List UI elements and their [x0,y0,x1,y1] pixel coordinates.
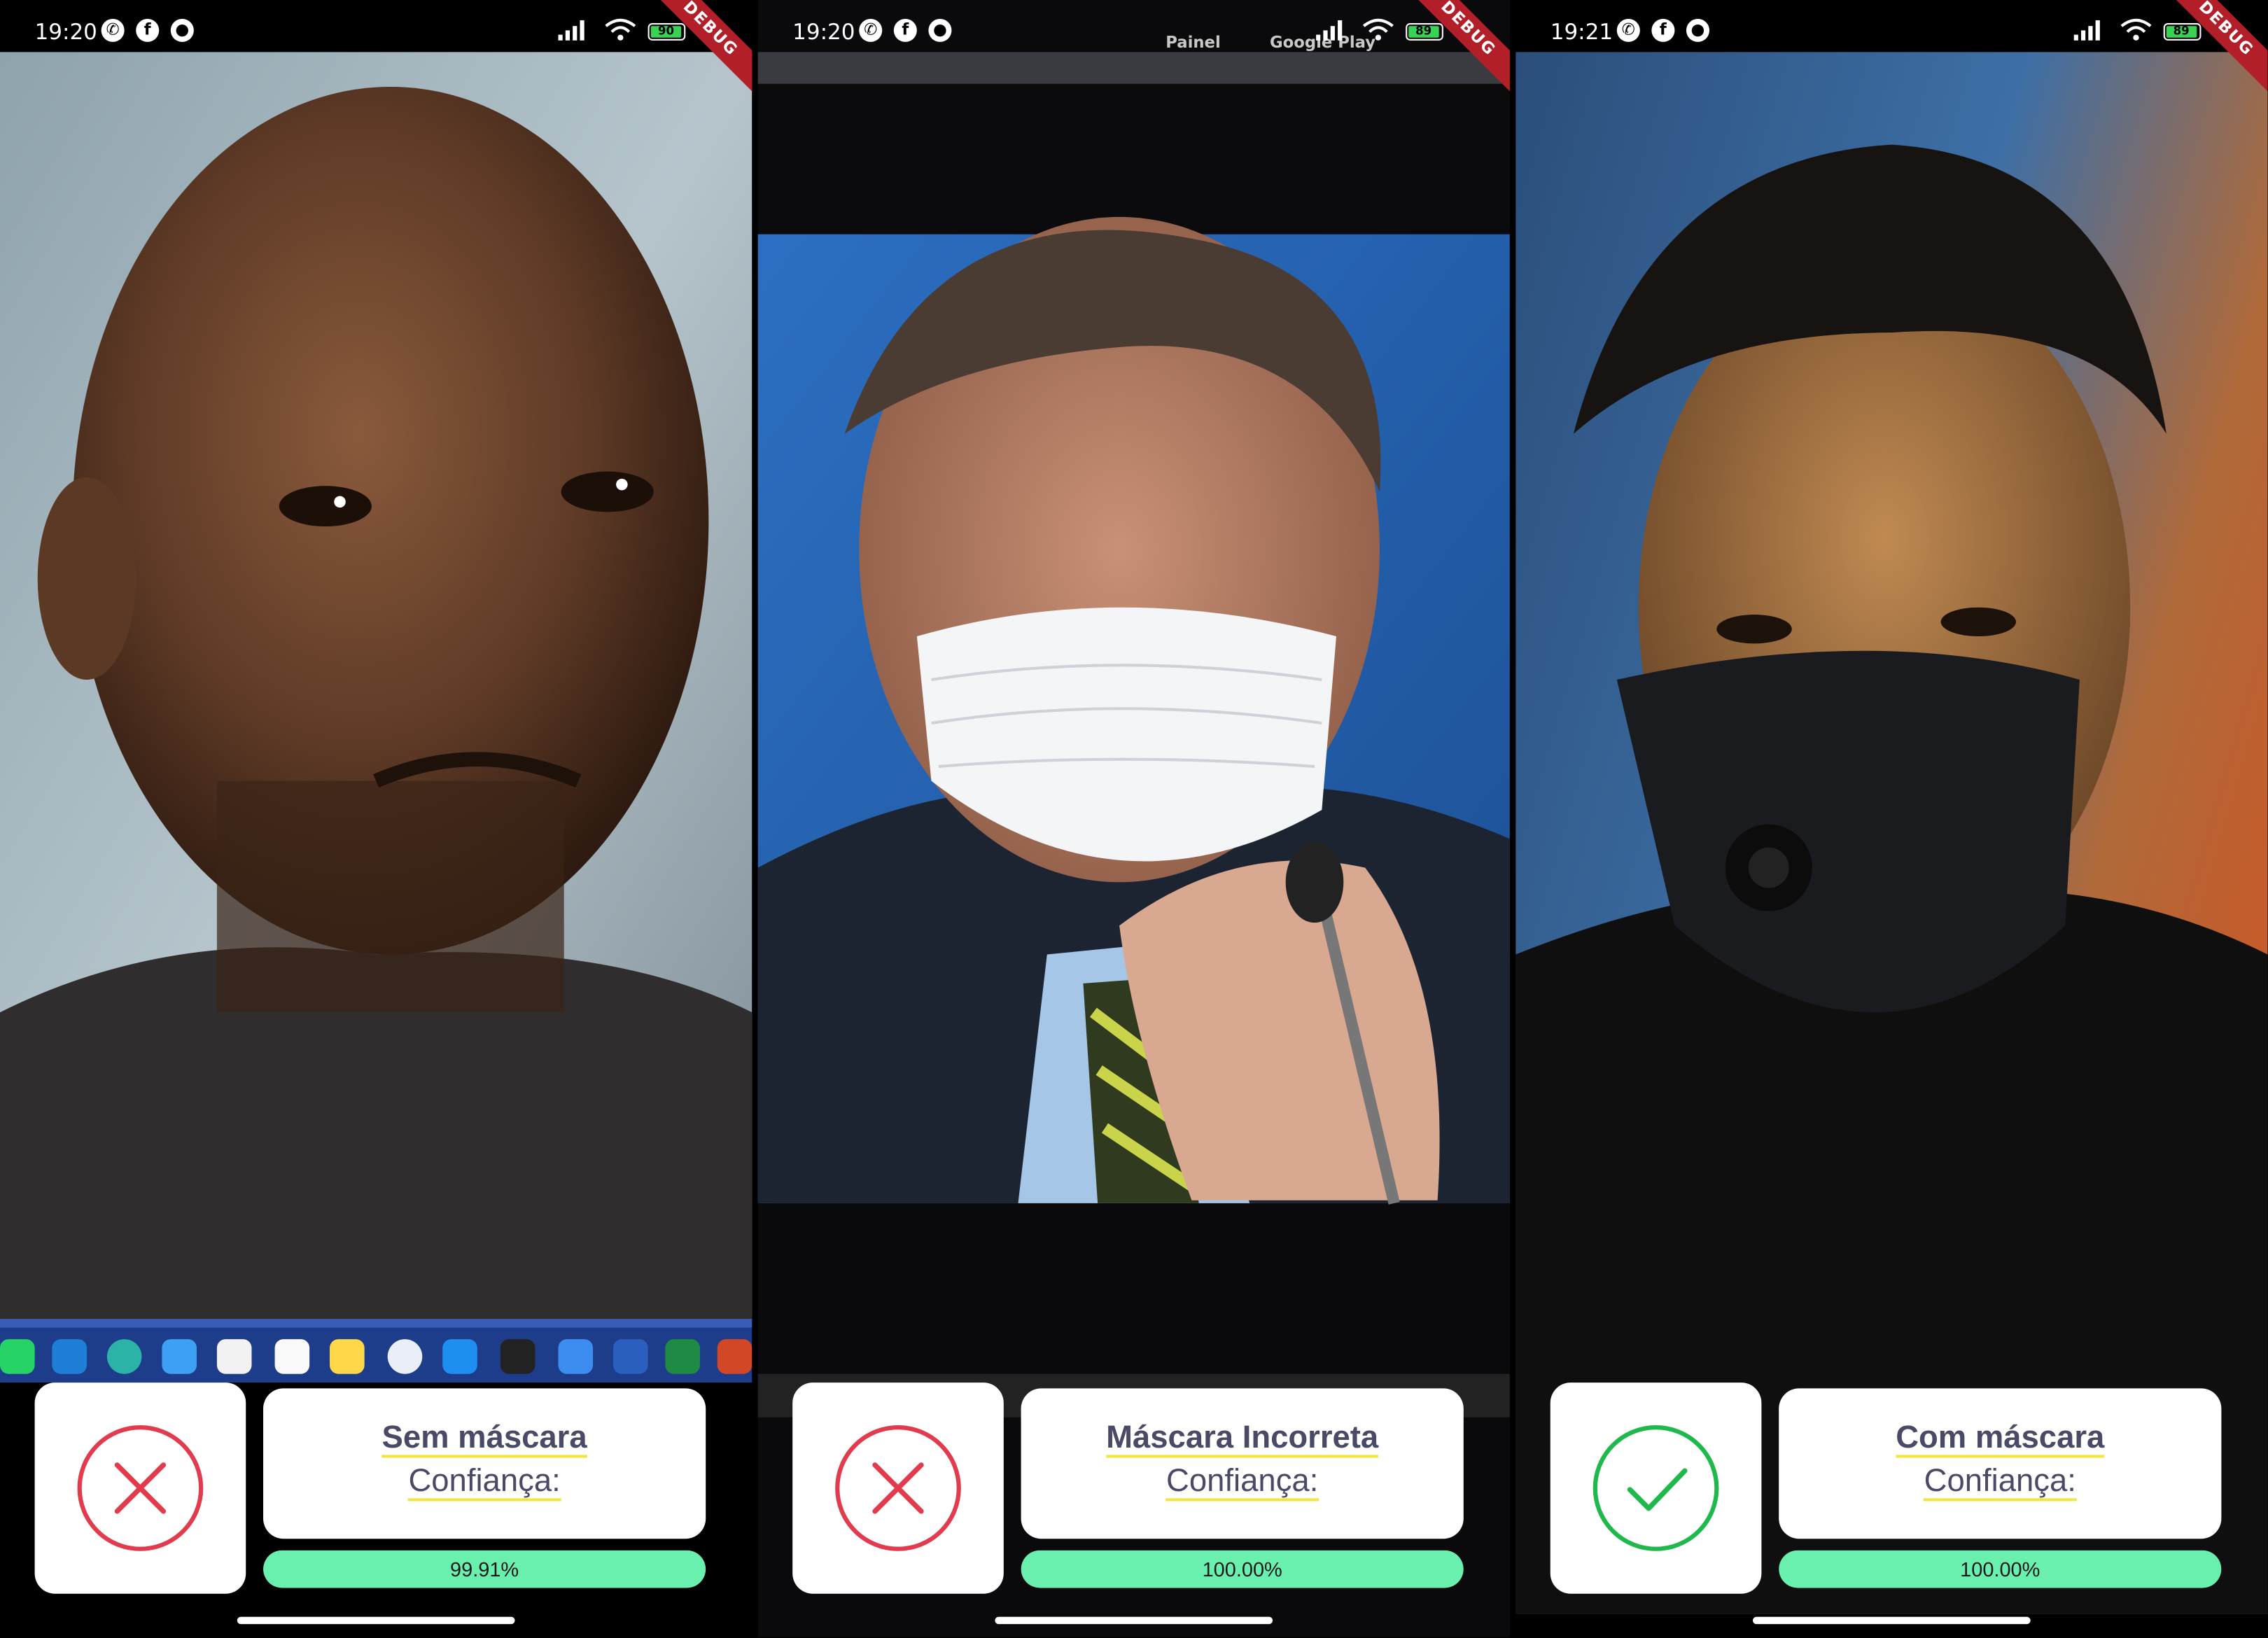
status-bar: 19:20 ✆ f ● 90 [0,12,752,55]
app-notification-icon: ● [1686,18,1710,42]
whatsapp-icon: ✆ [859,18,883,42]
app-notification-icon: ● [928,18,952,42]
battery-icon: 89 [2163,23,2202,41]
home-indicator[interactable] [1752,1616,2031,1625]
signal-icon [558,20,584,41]
dock-app-icon [52,1339,87,1374]
status-time: 19:20 [792,18,855,46]
dock-app-icon [0,1339,35,1374]
dock-app-icon [330,1339,365,1374]
confidence-value: 100.00% [1202,1558,1282,1581]
result-label-card: Máscara Incorreta Confiança: [1021,1388,1464,1539]
result-icon-card [1550,1382,1762,1594]
home-indicator[interactable] [995,1616,1273,1625]
phone-screen-with-mask: 19:21 ✆ f ● 89 DEBUG Com máscara Confian… [1516,0,2268,1637]
status-bar: 19:21 ✆ f ● 89 [1516,12,2267,55]
result-icon-card [792,1382,1004,1594]
phone-screen-no-mask: 19:20 ✆ f ● 90 DEBUG Sem máscara Confian… [0,0,752,1637]
result-icon-card [34,1382,246,1594]
battery-icon: 89 [1406,23,1443,41]
screenshot-collage: 19:20 ✆ f ● 90 DEBUG Sem máscara Confian… [0,0,2268,1637]
confidence-bar: 99.91% [263,1550,706,1588]
app-notification-icon: ● [170,18,194,42]
battery-icon: 90 [648,23,686,41]
dock-app-icon [558,1339,594,1374]
dock-app-icon [162,1339,197,1374]
confidence-label: Confiança: [408,1463,561,1502]
facebook-icon: f [893,18,917,42]
macos-dock [0,1331,752,1382]
whatsapp-icon: ✆ [1616,18,1640,42]
wifi-icon [2120,18,2152,41]
status-time: 19:21 [1550,18,1614,46]
battery-level: 90 [650,25,682,38]
confidence-value: 99.91% [450,1558,519,1581]
dock-app-icon [274,1339,310,1374]
dock-app-icon [442,1339,477,1374]
signal-icon [1316,20,1343,41]
wifi-icon [605,18,636,41]
dock-app-icon [500,1339,536,1374]
result-label: Máscara Incorreta [1106,1420,1379,1458]
phone-screen-incorrect-mask: 19:20 ✆ f ● Painel Google Play 89 DEBUG … [757,0,1510,1637]
dock-app-icon [665,1339,700,1374]
whatsapp-icon: ✆ [101,18,125,42]
check-circle-icon [1592,1425,1719,1551]
result-label: Com máscara [1896,1420,2105,1458]
x-circle-icon [835,1425,961,1551]
confidence-value: 100.00% [1960,1558,2040,1581]
bookmark-label: Painel [1166,33,1221,52]
result-label-card: Sem máscara Confiança: [263,1388,706,1539]
result-label-card: Com máscara Confiança: [1779,1388,2222,1539]
confidence-bar: 100.00% [1021,1550,1464,1588]
status-bar: 19:20 ✆ f ● Painel Google Play 89 [758,12,1510,55]
dock-app-icon [216,1339,252,1374]
dock-app-icon [612,1339,648,1374]
dock-app-icon [106,1339,142,1374]
confidence-bar: 100.00% [1779,1550,2222,1588]
wifi-icon [1362,18,1394,41]
facebook-icon: f [136,18,160,42]
facebook-icon: f [1651,18,1675,42]
battery-level: 89 [1408,25,1438,38]
status-time: 19:20 [34,18,97,46]
home-indicator[interactable] [237,1616,515,1625]
dock-app-icon [387,1339,423,1374]
x-circle-icon [77,1425,204,1551]
battery-level: 89 [2166,25,2197,38]
confidence-label: Confiança: [1924,1463,2076,1502]
confidence-label: Confiança: [1166,1463,1319,1502]
dock-app-icon [717,1339,752,1374]
result-label: Sem máscara [382,1420,587,1458]
signal-icon [2073,20,2100,41]
